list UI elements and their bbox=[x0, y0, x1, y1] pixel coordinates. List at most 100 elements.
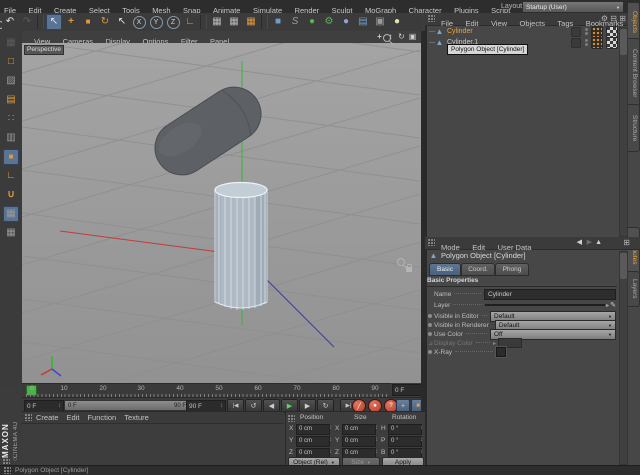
layer-box-icon[interactable] bbox=[571, 38, 581, 48]
gear-icon[interactable]: ⚙ bbox=[601, 13, 608, 25]
tab-structure[interactable]: Structure bbox=[628, 104, 640, 152]
panel-grip-icon[interactable] bbox=[428, 15, 435, 22]
parent-object-icon[interactable]: ▲ bbox=[595, 237, 602, 249]
stepper-icon[interactable]: ↕ bbox=[329, 449, 332, 455]
phong-tag-icon[interactable] bbox=[591, 37, 603, 49]
workplane-mode-button[interactable]: ▤ bbox=[3, 92, 19, 108]
axis-mode-button[interactable]: ∟ bbox=[3, 168, 19, 184]
planar-workplane-button[interactable]: ▦ bbox=[3, 225, 19, 241]
search-icon[interactable] bbox=[397, 258, 405, 266]
material-menu-edit[interactable]: Edit bbox=[63, 412, 84, 424]
collapse-arrow-icon[interactable]: ⊿ bbox=[428, 340, 433, 347]
object-name[interactable]: Cylinder bbox=[447, 28, 473, 35]
rot-p-field[interactable]: 0 ° bbox=[388, 436, 422, 447]
add-light-button[interactable]: ● bbox=[389, 14, 405, 30]
size-y-field[interactable]: 0 cm bbox=[342, 436, 376, 447]
layer-field[interactable] bbox=[485, 304, 605, 306]
expand-icon[interactable]: ⊞ bbox=[619, 13, 626, 25]
panel-grip-icon[interactable] bbox=[288, 415, 295, 422]
move-tool[interactable]: + bbox=[63, 14, 79, 30]
add-spline-button[interactable]: S bbox=[287, 14, 303, 30]
visibility-dots[interactable] bbox=[584, 39, 588, 46]
history-forward-icon[interactable]: ▶ bbox=[587, 237, 592, 249]
add-deformer-button[interactable]: ⚙ bbox=[321, 14, 337, 30]
tab-coord[interactable]: Coord. bbox=[461, 263, 495, 276]
tab-phong[interactable]: Phong bbox=[495, 263, 529, 276]
stepper-icon[interactable]: ↕ bbox=[329, 437, 332, 443]
phong-tag-icon[interactable] bbox=[591, 26, 603, 38]
uvw-tag-icon[interactable] bbox=[606, 26, 618, 38]
lock-workplane-button[interactable]: ▦ bbox=[3, 206, 19, 222]
panel-divider[interactable] bbox=[421, 31, 425, 412]
last-tool-button[interactable]: ↖ bbox=[114, 14, 130, 30]
render-to-picture-viewer-button[interactable]: ▦ bbox=[226, 14, 242, 30]
anim-dot-icon[interactable] bbox=[428, 350, 432, 354]
cylinder-object[interactable] bbox=[215, 183, 267, 311]
material-menu-function[interactable]: Function bbox=[83, 412, 120, 424]
anim-dot-icon[interactable] bbox=[428, 323, 432, 327]
tab-objects[interactable]: Objects bbox=[628, 2, 640, 42]
pos-x-field[interactable]: 0 cm bbox=[296, 424, 330, 435]
add-primitive-button[interactable]: ■ bbox=[270, 14, 286, 30]
anim-dot-icon[interactable] bbox=[428, 314, 432, 318]
collapse-icon[interactable]: ⊟ bbox=[610, 13, 617, 25]
stepper-icon[interactable]: ↕ bbox=[420, 449, 423, 455]
tab-content-browser[interactable]: Content Browser bbox=[628, 38, 640, 108]
om-scrollbar[interactable] bbox=[619, 27, 628, 237]
mini-circle-icon[interactable]: ○ bbox=[13, 456, 17, 463]
lock-icon[interactable] bbox=[406, 267, 412, 272]
anim-dot-icon[interactable] bbox=[428, 332, 432, 336]
add-camera-button[interactable]: ▣ bbox=[372, 14, 388, 30]
rot-h-field[interactable]: 0 ° bbox=[388, 424, 422, 435]
visibility-dots[interactable] bbox=[584, 28, 588, 35]
undo-button[interactable]: ↶ bbox=[2, 14, 18, 30]
snap-button[interactable]: ∪ bbox=[3, 187, 19, 203]
lock-z-axis-button[interactable]: Z bbox=[165, 14, 181, 30]
render-view-button[interactable]: ▦ bbox=[209, 14, 225, 30]
submenu-arrow-icon[interactable]: ▸ bbox=[606, 302, 609, 309]
om-scrollbar-thumb[interactable] bbox=[620, 29, 627, 55]
stepper-icon[interactable]: ↕ bbox=[58, 402, 61, 411]
timeline-ruler[interactable]: 0 10 20 30 40 50 60 70 80 90 bbox=[22, 383, 391, 398]
pos-y-field[interactable]: 0 cm bbox=[296, 436, 330, 447]
new-panel-icon[interactable]: ⊞ bbox=[623, 237, 630, 249]
submenu-arrow-icon[interactable]: ▸ bbox=[493, 340, 496, 347]
lock-y-axis-button[interactable]: Y bbox=[148, 14, 164, 30]
scale-tool[interactable]: ■ bbox=[80, 14, 96, 30]
capsule-object[interactable] bbox=[145, 77, 272, 185]
camera-label[interactable]: Perspective bbox=[24, 45, 64, 55]
model-mode-button[interactable]: □ bbox=[3, 54, 19, 70]
texture-mode-button[interactable]: ▨ bbox=[3, 73, 19, 89]
object-row-cylinder[interactable]: ▲ Cylinder bbox=[427, 26, 618, 37]
stepper-icon[interactable]: ↕ bbox=[375, 449, 378, 455]
redo-button[interactable]: ↷ bbox=[19, 14, 35, 30]
tab-layers[interactable]: Layers bbox=[628, 271, 640, 307]
polygons-mode-button[interactable]: ■ bbox=[3, 149, 19, 165]
edges-mode-button[interactable]: ▥ bbox=[3, 130, 19, 146]
viewport-rotate-icon[interactable]: ↻ bbox=[397, 32, 406, 41]
add-metaball-button[interactable]: ● bbox=[338, 14, 354, 30]
material-menu-texture[interactable]: Texture bbox=[120, 412, 153, 424]
history-back-icon[interactable]: ◀ bbox=[577, 237, 582, 249]
stepper-icon[interactable]: ↕ bbox=[220, 402, 223, 411]
search-icon[interactable] bbox=[383, 34, 391, 42]
lock-x-axis-button[interactable]: X bbox=[131, 14, 147, 30]
stepper-icon[interactable]: ↕ bbox=[375, 437, 378, 443]
am-scrollbar[interactable] bbox=[619, 251, 628, 465]
live-selection-tool[interactable]: ↖ bbox=[46, 14, 62, 30]
section-basic-properties[interactable]: Basic Properties bbox=[427, 277, 617, 287]
am-scrollbar-thumb[interactable] bbox=[620, 253, 627, 279]
stepper-icon[interactable]: ↕ bbox=[420, 437, 423, 443]
panel-grip-icon[interactable] bbox=[428, 239, 435, 246]
coordinate-system-button[interactable]: ∟ bbox=[182, 14, 198, 30]
material-menu-create[interactable]: Create bbox=[32, 412, 63, 424]
name-field[interactable]: Cylinder bbox=[484, 289, 616, 300]
stepper-icon[interactable]: ↕ bbox=[329, 425, 332, 431]
add-floor-button[interactable]: ▤ bbox=[355, 14, 371, 30]
uvw-tag-icon[interactable] bbox=[606, 37, 618, 49]
rotate-tool[interactable]: ↻ bbox=[97, 14, 113, 30]
viewport-toggle-icon[interactable]: ▣ bbox=[408, 32, 417, 41]
size-x-field[interactable]: 0 cm bbox=[342, 424, 376, 435]
points-mode-button[interactable]: ∷ bbox=[3, 111, 19, 127]
layer-box-icon[interactable] bbox=[571, 27, 581, 37]
